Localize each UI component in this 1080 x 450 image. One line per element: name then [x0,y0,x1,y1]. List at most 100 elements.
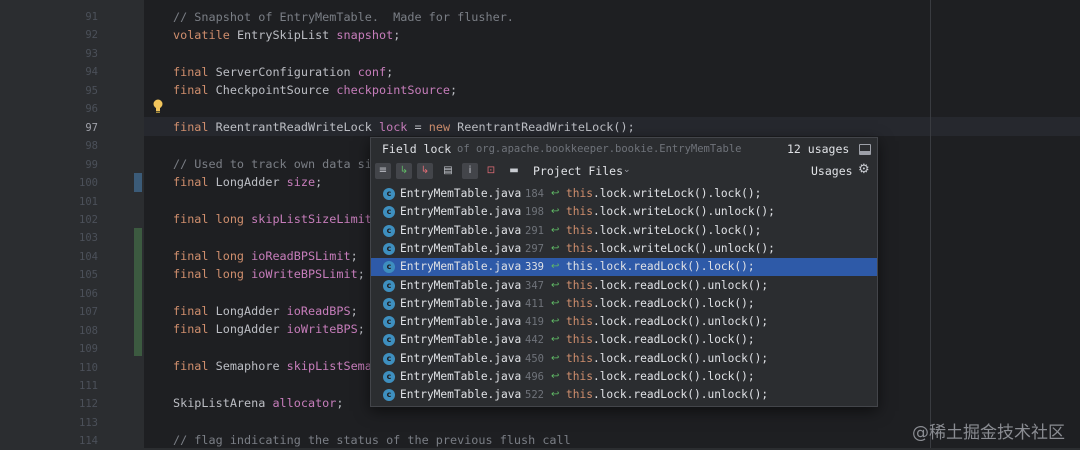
exclude-icon[interactable]: ⊡ [483,163,499,179]
usage-row[interactable]: c EntryMemTable.java 411 ↩ this.lock.readLoc… [371,295,877,313]
line-number[interactable]: 103 [68,229,98,247]
class-icon: c [383,316,395,329]
popup-title: Field lock [382,142,452,156]
class-icon: c [383,261,395,274]
usage-line-number: 184 [525,188,544,200]
gear-icon[interactable]: ⚙ [858,162,870,177]
line-number[interactable]: 102 [68,211,98,229]
usage-row[interactable]: c EntryMemTable.java 347 ↩ this.lock.readLoc… [371,277,877,295]
read-access-icon: ↩ [551,261,560,273]
class-icon: c [383,297,395,310]
class-icon: c [383,224,395,237]
code-line-92: volatile EntrySkipList snapshot; [173,28,401,42]
find-usages-popup[interactable]: Field lock of org.apache.bookkeeper.book… [370,137,878,407]
usage-row[interactable]: c EntryMemTable.java 450 ↩ this.lock.readLoc… [371,350,877,368]
usage-code-snippet: this.lock.readLock().lock(); [566,260,755,274]
usage-line-number: 339 [525,261,544,274]
line-number[interactable]: 96 [68,100,98,118]
usage-file-name: EntryMemTable.java [400,296,522,310]
usage-row[interactable]: c EntryMemTable.java 522 ↩ this.lock.readLoc… [371,386,877,404]
usage-row[interactable]: c EntryMemTable.java 339 ↩ this.lock.readLoc… [371,258,877,277]
lightbulb-icon[interactable] [151,98,165,114]
code-line-110: final Semaphore skipListSemaph [173,359,387,373]
chevron-down-icon[interactable]: ⌄ [623,165,631,175]
usage-file-name: EntryMemTable.java [400,278,522,292]
class-icon: c [383,334,395,347]
usage-row[interactable]: c EntryMemTable.java 184 ↩ this.lock.writeLo… [371,185,877,203]
show-write-access-icon[interactable]: ↳ [417,163,433,179]
code-line-105: final long ioWriteBPSLimit; [173,267,365,281]
code-line-91: // Snapshot of EntryMemTable. Made for f… [173,10,514,24]
usage-row[interactable]: c EntryMemTable.java 291 ↩ this.lock.writeLo… [371,222,877,240]
class-icon: c [383,242,395,255]
read-access-icon: ↩ [551,206,560,218]
line-number[interactable]: 91 [68,8,98,26]
group-by-package-icon[interactable]: ▤ [440,163,456,179]
vcs-modified-marker[interactable] [134,173,142,192]
read-access-icon: ↩ [551,389,560,401]
usage-file-name: EntryMemTable.java [400,260,522,274]
line-number[interactable]: 95 [68,82,98,100]
usage-row[interactable]: c EntryMemTable.java 297 ↩ this.lock.writeLo… [371,240,877,258]
usage-row[interactable]: c EntryMemTable.java 442 ↩ this.lock.readLoc… [371,331,877,349]
line-number[interactable]: 110 [68,359,98,377]
code-line-100: final LongAdder size; [173,175,323,189]
usage-file-name: EntryMemTable.java [400,370,522,383]
usage-file-name: EntryMemTable.java [400,187,522,200]
usage-line-number: 522 [525,389,544,402]
usage-line-number: 496 [525,371,544,383]
preview-icon[interactable]: ▬ [506,163,522,179]
usage-row[interactable]: c EntryMemTable.java 198 ↩ this.lock.writeLo… [371,203,877,221]
popup-header: Field lock of org.apache.bookkeeper.book… [371,138,877,160]
code-line-97: final ReentrantReadWriteLock lock = new … [173,120,635,134]
usage-file-name: EntryMemTable.java [400,333,522,347]
class-icon: c [383,206,395,219]
line-number[interactable]: 111 [68,377,98,395]
line-number[interactable]: 100 [68,174,98,192]
open-in-find-window-icon[interactable] [859,144,871,155]
vcs-added-marker[interactable] [134,228,142,356]
line-number[interactable]: 97 [68,119,98,137]
line-number[interactable]: 113 [68,414,98,432]
usage-code-snippet: this.lock.readLock().unlock(); [566,278,769,292]
line-number[interactable]: 92 [68,26,98,44]
line-number[interactable]: 93 [68,45,98,63]
usage-code-snippet: this.lock.writeLock().lock(); [566,187,762,200]
code-line-114: // flag indicating the status of the pre… [173,433,571,447]
line-number[interactable]: 108 [68,322,98,340]
usage-code-snippet: this.lock.readLock().lock(); [566,333,755,347]
line-number[interactable]: 101 [68,193,98,211]
usage-line-number: 347 [525,279,544,292]
usage-row[interactable]: c EntryMemTable.java 419 ↩ this.lock.readLoc… [371,313,877,331]
read-access-icon: ↩ [551,242,560,254]
usage-file-name: EntryMemTable.java [400,388,522,402]
class-icon: c [383,279,395,292]
line-number[interactable]: 114 [68,432,98,450]
usages-filter-label: Usages [811,164,853,178]
line-number[interactable]: 109 [68,340,98,358]
line-number[interactable]: 105 [68,266,98,284]
read-access-icon: ↩ [551,279,560,291]
watermark: @稀土掘金技术社区 [912,423,1065,443]
show-imports-icon[interactable]: i [462,163,478,179]
usage-code-snippet: this.lock.writeLock().lock(); [566,223,762,237]
usage-code-snippet: this.lock.readLock().lock(); [566,370,755,383]
class-icon: c [383,188,395,200]
usage-row[interactable]: c EntryMemTable.java 496 ↩ this.lock.readLoc… [371,368,877,386]
popup-toolbar: ≡ ↳ ↳ ▤ i ⊡ ▬ Project Files ⌄ Usages ⚙ [371,162,877,182]
usage-code-snippet: this.lock.readLock().lock(); [566,296,755,310]
line-number[interactable]: 107 [68,303,98,321]
code-line-99: // Used to track own data size [173,157,387,171]
show-read-access-icon[interactable]: ↳ [396,163,412,179]
line-number[interactable]: 104 [68,248,98,266]
line-number[interactable]: 99 [68,156,98,174]
line-number[interactable]: 106 [68,285,98,303]
merge-usages-icon[interactable]: ≡ [375,163,391,179]
line-number[interactable]: 98 [68,137,98,155]
read-access-icon: ↩ [551,297,560,309]
usage-code-snippet: this.lock.writeLock().unlock(); [566,205,775,219]
scope-dropdown[interactable]: Project Files [533,164,623,178]
usage-line-number: 297 [525,242,544,255]
line-number[interactable]: 112 [68,395,98,413]
line-number[interactable]: 94 [68,63,98,81]
